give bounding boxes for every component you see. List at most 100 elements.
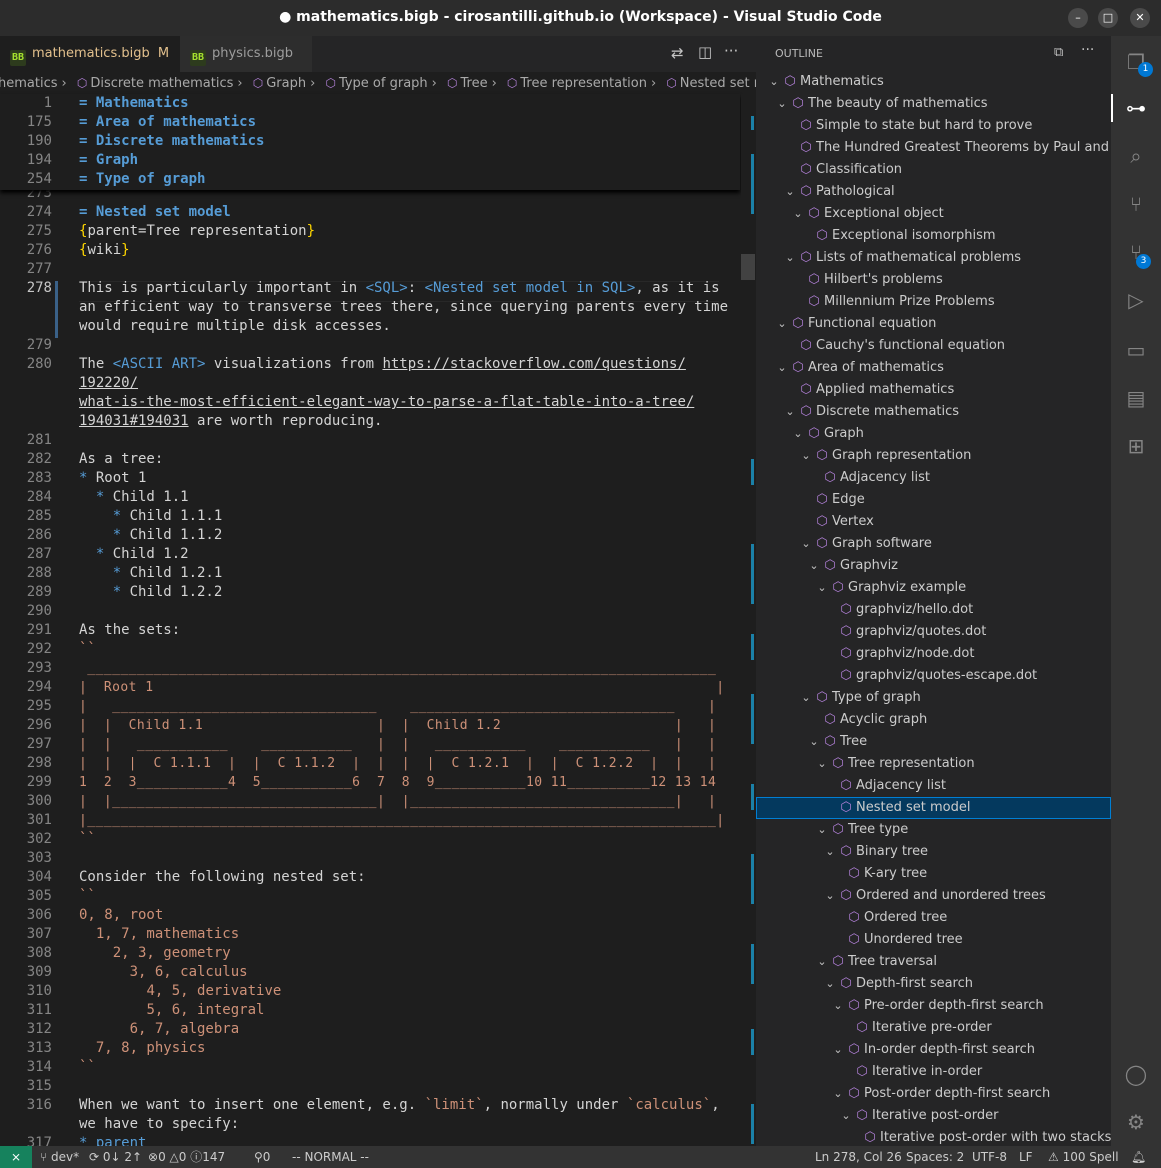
settings-gear-icon[interactable]: ⚙ (1124, 1110, 1148, 1134)
outline-item[interactable]: ⬡ Adjacency list (822, 775, 946, 797)
chevron-down-icon[interactable]: ⌄ (830, 1039, 846, 1061)
outline-item[interactable]: ⌄ ⬡ Mathematics (766, 71, 883, 93)
outline-item[interactable]: ⬡ Iterative in-order (838, 1061, 982, 1083)
chevron-down-icon[interactable]: ⌄ (782, 247, 798, 269)
remote-indicator-icon[interactable]: ⨯ (0, 1146, 32, 1168)
chevron-down-icon[interactable]: ⌄ (814, 951, 830, 973)
chevron-down-icon[interactable]: ⌄ (798, 687, 814, 709)
collapse-all-icon[interactable]: ⧉ (1054, 45, 1063, 60)
indentation[interactable]: Spaces: 2 (906, 1146, 964, 1168)
url-link[interactable]: https://stackoverflow.com/questions/ (382, 356, 685, 372)
chevron-down-icon[interactable]: ⌄ (790, 423, 806, 445)
outline-item[interactable]: ⬡ graphviz/hello.dot (822, 599, 973, 621)
sticky-heading[interactable]: = Area of mathematics (79, 113, 256, 132)
editor-scrollbar[interactable] (741, 94, 755, 1146)
accounts-icon[interactable]: ◯ (1124, 1062, 1148, 1086)
chevron-down-icon[interactable]: ⌄ (838, 1105, 854, 1127)
outline-item[interactable]: ⬡ Iterative post-order with two stacks (846, 1127, 1111, 1146)
outline-item[interactable]: ⌄ ⬡ Pathological (782, 181, 894, 203)
outline-item[interactable]: ⌄ ⬡ Exceptional object (790, 203, 943, 225)
outline-item[interactable]: ⬡ Classification (782, 159, 902, 181)
sync-indicator[interactable]: ⟳ 0↓ 2↑ (89, 1146, 142, 1168)
scrollbar-thumb[interactable] (741, 254, 755, 280)
outline-item[interactable]: ⬡ Simple to state but hard to prove (782, 115, 1032, 137)
outline-item[interactable]: ⬡ Unordered tree (830, 929, 962, 951)
outline-item[interactable]: ⌄ ⬡ Lists of mathematical problems (782, 247, 1021, 269)
outline-item[interactable]: ⌄ ⬡ Graph software (798, 533, 931, 555)
chevron-down-icon[interactable]: ⌄ (790, 203, 806, 225)
outline-item[interactable]: ⬡ Applied mathematics (782, 379, 954, 401)
outline-item[interactable]: ⬡ Acyclic graph (806, 709, 927, 731)
outline-item[interactable]: ⌄ ⬡ Functional equation (774, 313, 936, 335)
outline-item[interactable]: ⌄ ⬡ Pre-order depth-first search (830, 995, 1043, 1017)
chevron-down-icon[interactable]: ⌄ (814, 819, 830, 841)
outline-item[interactable]: ⬡ Nested set model (822, 797, 970, 819)
outline-item[interactable]: ⬡ graphviz/quotes.dot (822, 621, 986, 643)
chevron-down-icon[interactable]: ⌄ (774, 313, 790, 335)
outline-item[interactable]: ⬡ Millennium Prize Problems (790, 291, 994, 313)
sticky-heading[interactable]: = Type of graph (79, 170, 205, 189)
search-icon[interactable]: ⌕ (1124, 144, 1148, 168)
minimize-button[interactable]: – (1068, 8, 1088, 28)
sticky-heading[interactable]: = Discrete mathematics (79, 132, 264, 151)
outline-item[interactable]: ⬡ Ordered tree (830, 907, 947, 929)
chevron-down-icon[interactable]: ⌄ (774, 357, 790, 379)
outline-item[interactable]: ⌄ ⬡ Graphviz example (814, 577, 966, 599)
chevron-down-icon[interactable]: ⌄ (782, 181, 798, 203)
outline-item[interactable]: ⌄ ⬡ Tree (806, 731, 867, 753)
ports-indicator[interactable]: ⚲0 (254, 1146, 270, 1168)
chevron-down-icon[interactable]: ⌄ (822, 841, 838, 863)
line-ending[interactable]: LF (1019, 1146, 1033, 1168)
outline-item[interactable]: ⌄ ⬡ Graph (790, 423, 864, 445)
outline-item[interactable]: ⬡ graphviz/quotes-escape.dot (822, 665, 1037, 687)
outline-view-icon[interactable]: ⊶ (1124, 96, 1148, 120)
outline-item[interactable]: ⌄ ⬡ In-order depth-first search (830, 1039, 1035, 1061)
outline-item[interactable]: ⌄ ⬡ Graphviz (806, 555, 898, 577)
remote-explorer-icon[interactable]: ▭ (1124, 338, 1148, 362)
outline-item[interactable]: ⌄ ⬡ Depth-first search (822, 973, 973, 995)
encoding[interactable]: UTF-8 (972, 1146, 1007, 1168)
run-debug-icon[interactable]: ▷ (1124, 288, 1148, 312)
outline-item[interactable]: ⌄ ⬡ Ordered and unordered trees (822, 885, 1045, 907)
chevron-down-icon[interactable]: ⌄ (806, 555, 822, 577)
outline-item[interactable]: ⌄ ⬡ Type of graph (798, 687, 920, 709)
chevron-down-icon[interactable]: ⌄ (822, 973, 838, 995)
branch-indicator[interactable]: ⑂ dev* (40, 1146, 79, 1168)
notifications-bell-icon[interactable]: 🔔︎ (1131, 1146, 1146, 1168)
outline-item[interactable]: ⌄ ⬡ Tree traversal (814, 951, 937, 973)
outline-item[interactable]: ⬡ K-ary tree (830, 863, 927, 885)
chevron-down-icon[interactable]: ⌄ (822, 885, 838, 907)
outline-more-icon[interactable]: ··· (1081, 42, 1094, 58)
outline-item[interactable]: ⬡ graphviz/node.dot (822, 643, 974, 665)
url-link[interactable]: what-is-the-most-efficient-elegant-way-t… (79, 394, 694, 410)
spell-indicator[interactable]: ⚠ 100 Spell (1048, 1146, 1119, 1168)
outline-item[interactable]: ⌄ ⬡ Tree representation (814, 753, 974, 775)
chevron-down-icon[interactable]: ⌄ (830, 995, 846, 1017)
chevron-down-icon[interactable]: ⌄ (782, 401, 798, 423)
cursor-position[interactable]: Ln 278, Col 26 (815, 1146, 902, 1168)
outline-item[interactable]: ⬡ Edge (798, 489, 864, 511)
outline-item[interactable]: ⬡ Exceptional isomorphism (798, 225, 995, 247)
outline-item[interactable]: ⌄ ⬡ The beauty of mathematics (774, 93, 987, 115)
chevron-down-icon[interactable]: ⌄ (830, 1083, 846, 1105)
chevron-down-icon[interactable]: ⌄ (774, 93, 790, 115)
outline-item[interactable]: ⬡ Adjacency list (806, 467, 930, 489)
chevron-down-icon[interactable]: ⌄ (766, 71, 782, 93)
source-control-icon[interactable]: ⑂ (1124, 192, 1148, 216)
outline-item[interactable]: ⬡ Hilbert's problems (790, 269, 942, 291)
sticky-heading[interactable]: = Mathematics (79, 94, 189, 113)
outline-item[interactable]: ⬡ Vertex (798, 511, 873, 533)
chevron-down-icon[interactable]: ⌄ (798, 533, 814, 555)
chevron-down-icon[interactable]: ⌄ (814, 753, 830, 775)
book-icon[interactable]: ▤ (1124, 386, 1148, 410)
outline-item[interactable]: ⌄ ⬡ Discrete mathematics (782, 401, 959, 423)
chevron-down-icon[interactable]: ⌄ (798, 445, 814, 467)
outline-item[interactable]: ⌄ ⬡ Area of mathematics (774, 357, 944, 379)
outline-item[interactable]: ⌄ ⬡ Iterative post-order (838, 1105, 998, 1127)
outline-item[interactable]: ⬡ Iterative pre-order (838, 1017, 991, 1039)
outline-item[interactable]: ⬡ The Hundred Greatest Theorems by Paul a… (782, 137, 1111, 159)
chevron-down-icon[interactable]: ⌄ (806, 731, 822, 753)
extensions-icon[interactable]: ⊞ (1124, 434, 1148, 458)
url-link[interactable]: 192220/ (79, 375, 138, 391)
outline-item[interactable]: ⌄ ⬡ Tree type (814, 819, 908, 841)
